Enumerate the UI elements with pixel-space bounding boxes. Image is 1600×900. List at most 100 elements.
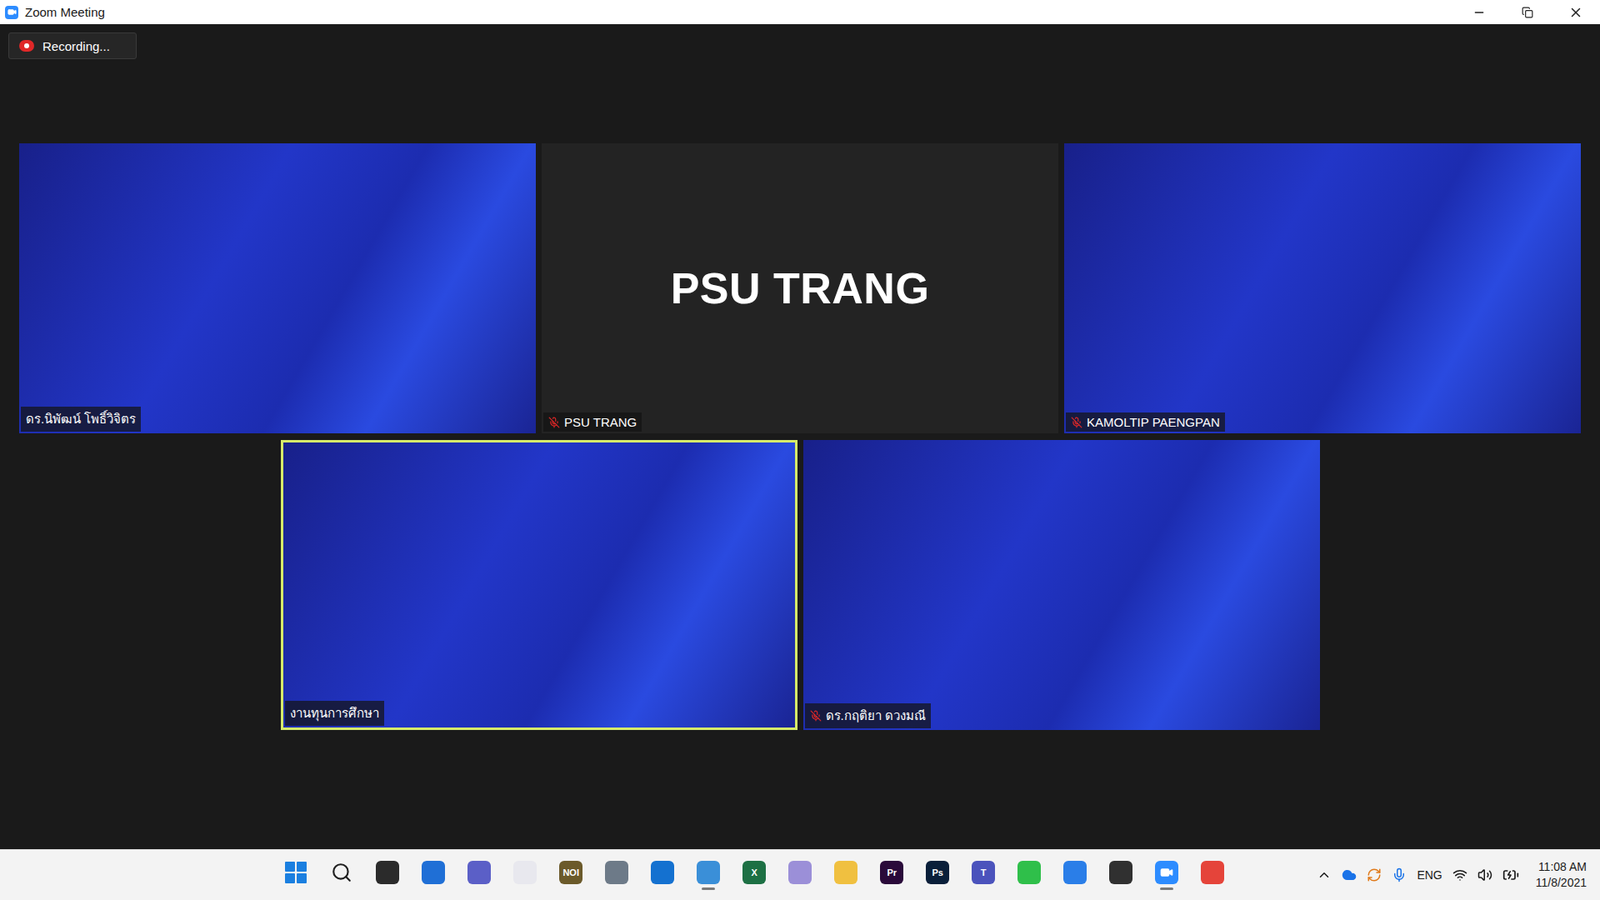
battery-icon[interactable] (1502, 866, 1520, 884)
active-indicator (655, 887, 670, 890)
taskbar-app[interactable]: Ps (920, 854, 955, 896)
recording-badge[interactable]: Recording... (8, 32, 137, 60)
app-icon (696, 860, 720, 885)
active-indicator (380, 887, 395, 890)
participant-name-label: PSU TRANG (543, 412, 642, 432)
meeting-area: Recording... ดร.นิพัฒน์ โพธิ์วิจิตร PSU TR… (0, 24, 1600, 850)
app-icon (1109, 860, 1133, 885)
taskbar-app[interactable] (1057, 854, 1093, 896)
participant-tile[interactable]: งานทุนการศึกษา (280, 440, 798, 730)
taskbar-app[interactable] (507, 854, 543, 896)
app-icon (650, 860, 675, 885)
muted-mic-icon (810, 710, 822, 722)
taskbar-app[interactable]: Pr (874, 854, 910, 896)
active-indicator (518, 887, 532, 890)
windows-start-icon (285, 861, 307, 884)
app-icon (421, 860, 445, 885)
cloud-icon[interactable] (1341, 867, 1357, 883)
app-icon (1200, 860, 1225, 885)
taskbar-app[interactable] (1103, 854, 1139, 896)
language-indicator[interactable]: ENG (1416, 868, 1442, 882)
app-icon: X (742, 860, 766, 885)
muted-mic-icon (548, 416, 560, 429)
participant-name-label: KAMOLTIP PAENGPAN (1065, 412, 1225, 432)
mic-icon[interactable] (1391, 867, 1407, 883)
taskbar-app[interactable] (645, 854, 680, 896)
participant-name-label: ดร.นิพัฒน์ โพธิ์วิจิตร (20, 406, 141, 432)
active-indicator (839, 887, 853, 890)
active-indicator (976, 887, 990, 890)
zoom-logo-icon (5, 5, 19, 20)
taskbar-app[interactable] (461, 854, 497, 896)
active-indicator (1022, 887, 1036, 890)
participant-tile[interactable]: KAMOLTIP PAENGPAN (1064, 143, 1581, 434)
app-icon (1063, 860, 1087, 885)
minimize-icon (1472, 5, 1486, 20)
participant-tile[interactable]: ดร.กฤติยา ดวงมณี (803, 440, 1320, 730)
muted-mic-icon (1070, 416, 1083, 429)
active-indicator (1160, 887, 1174, 890)
taskbar-app[interactable] (690, 854, 726, 896)
sync-icon[interactable] (1366, 867, 1382, 883)
title-bar: Zoom Meeting (0, 0, 1600, 25)
participant-name-label: งานทุนการศึกษา (285, 700, 385, 726)
close-icon (1568, 5, 1584, 20)
taskbar-app[interactable]: NOI (553, 854, 589, 896)
restore-button[interactable] (1503, 0, 1552, 25)
recording-icon (19, 40, 35, 52)
gallery-view: ดร.นิพัฒน์ โพธิ์วิจิตรPSU TRANGPSU TRANG… (19, 143, 1581, 730)
search-icon (330, 861, 353, 884)
active-indicator (793, 887, 807, 890)
participant-avatar-name: PSU TRANG (670, 263, 930, 314)
restore-icon (1521, 6, 1534, 19)
close-button[interactable] (1551, 0, 1600, 25)
participant-name-label: ดร.กฤติยา ดวงมณี (805, 703, 931, 729)
zoom-app-icon (1155, 860, 1179, 885)
active-indicator (1068, 887, 1082, 890)
participant-tile[interactable]: ดร.นิพัฒน์ โพธิ์วิจิตร (19, 143, 536, 434)
taskbar-app[interactable] (1011, 854, 1047, 896)
clock-time: 11:08 AM (1538, 859, 1587, 875)
app-icon (467, 860, 491, 885)
taskbar-app[interactable] (828, 854, 864, 896)
app-icon (1017, 860, 1041, 885)
window-title: Zoom Meeting (25, 5, 1455, 20)
clock-date: 11/8/2021 (1535, 875, 1587, 891)
app-icon: T (971, 860, 995, 885)
clock[interactable]: 11:08 AM11/8/2021 (1535, 859, 1587, 891)
active-indicator (701, 887, 715, 890)
taskbar-app[interactable] (599, 854, 635, 896)
taskbar: NOI X Pr Ps T ENG 11:08 AM11/8/2021 (0, 849, 1600, 900)
app-icon: NOI (559, 860, 583, 885)
active-indicator (289, 886, 303, 890)
wifi-icon[interactable] (1452, 867, 1468, 883)
app-icon (834, 860, 858, 885)
taskbar-app[interactable] (278, 854, 314, 896)
taskbar-app[interactable]: T (965, 854, 1001, 896)
minimize-button[interactable] (1455, 0, 1504, 25)
app-icon (513, 860, 537, 885)
app-icon: Pr (880, 860, 904, 885)
chevron-up-icon[interactable] (1316, 867, 1332, 883)
taskbar-app[interactable]: X (736, 854, 772, 896)
taskbar-app[interactable] (1149, 854, 1185, 896)
active-indicator (747, 887, 761, 890)
system-tray: ENG 11:08 AM11/8/2021 (1316, 859, 1600, 891)
taskbar-app[interactable] (415, 854, 451, 896)
taskbar-app[interactable] (324, 854, 360, 896)
active-indicator (426, 887, 440, 890)
active-indicator (564, 887, 578, 890)
app-icon (788, 860, 812, 885)
taskbar-app[interactable] (370, 854, 405, 896)
zoom-window: Zoom Meeting Recording... ดร.นิพัฒน์ โพธิ์… (0, 0, 1600, 900)
active-indicator (1205, 887, 1220, 890)
taskbar-app[interactable] (782, 854, 818, 896)
participant-tile[interactable]: PSU TRANG PSU TRANG (541, 143, 1059, 434)
taskbar-apps: NOI X Pr Ps T (0, 854, 1317, 896)
taskbar-app[interactable] (1195, 854, 1230, 896)
volume-icon[interactable] (1477, 867, 1493, 883)
active-indicator (610, 887, 624, 890)
active-indicator (885, 887, 899, 890)
app-icon (605, 860, 629, 885)
active-indicator (335, 886, 349, 890)
